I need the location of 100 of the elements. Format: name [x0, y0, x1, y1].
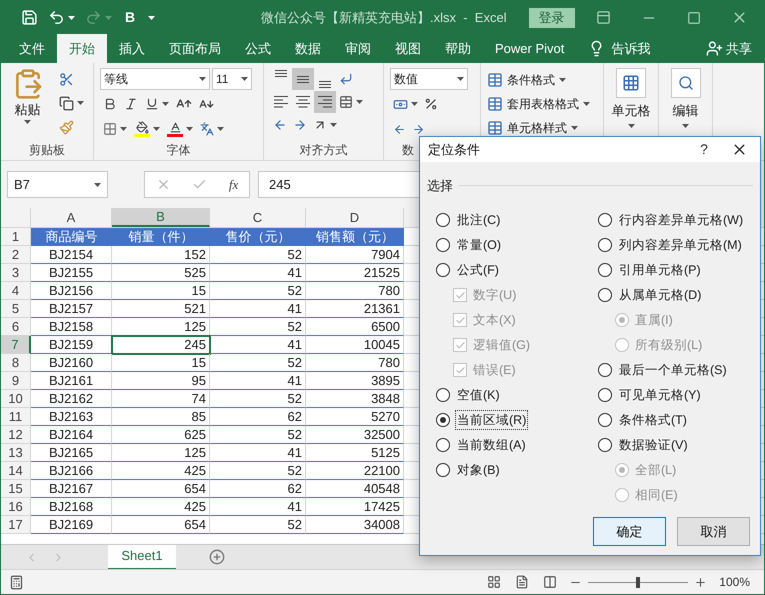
row-header[interactable]: 1 [1, 228, 31, 246]
style-menu-button[interactable]: 套用表格格式 [487, 92, 590, 115]
radio-button[interactable] [436, 263, 450, 277]
radio-button[interactable] [598, 288, 612, 302]
vertical-align-button[interactable] [292, 68, 314, 90]
row-header[interactable]: 5 [1, 300, 31, 318]
font-size-field[interactable]: 11 [212, 68, 252, 90]
radio-button[interactable] [598, 363, 612, 377]
row-header[interactable]: 14 [1, 462, 31, 480]
editing-button[interactable]: 编辑 [665, 68, 706, 140]
sheet-tab[interactable]: Sheet1 [108, 544, 176, 570]
help-button[interactable]: ? [689, 139, 719, 160]
table-cell: 425 [112, 462, 210, 480]
page-layout-icon[interactable] [515, 575, 530, 589]
radio-button[interactable] [436, 463, 450, 477]
ribbon-tab[interactable]: 视图 [383, 34, 433, 63]
row-header[interactable]: 7 [1, 336, 31, 354]
row-header[interactable]: 16 [1, 498, 31, 516]
row-header[interactable]: 17 [1, 516, 31, 534]
login-button[interactable]: 登录 [528, 8, 575, 28]
insert-function-button[interactable]: fx [228, 174, 238, 194]
table-cell: 售价（元） [210, 228, 306, 246]
ribbon-tab[interactable]: 开始 [57, 34, 107, 63]
row-header[interactable]: 6 [1, 318, 31, 336]
row-header[interactable]: 11 [1, 408, 31, 426]
radio-button[interactable] [598, 263, 612, 277]
option-label: 空值(K) [456, 386, 501, 404]
table-cell: 52 [210, 318, 306, 336]
caret-icon [153, 127, 160, 131]
wrap-text-icon [339, 72, 353, 86]
section-label: 选择 [427, 177, 453, 195]
ok-button[interactable]: 确定 [593, 517, 666, 546]
row-header[interactable]: 3 [1, 264, 31, 282]
zoom-in-icon[interactable] [694, 576, 708, 588]
row-header[interactable]: 13 [1, 444, 31, 462]
tell-me-button[interactable]: 告诉我 [611, 38, 650, 58]
ribbon-tab[interactable]: 帮助 [433, 34, 483, 63]
add-sheet-icon[interactable] [209, 549, 225, 565]
row-header[interactable]: 10 [1, 390, 31, 408]
style-menu-button[interactable]: 条件格式 [487, 68, 590, 91]
row-header[interactable]: 8 [1, 354, 31, 372]
radio-button[interactable] [436, 413, 450, 427]
ribbon-tab[interactable]: Power Pivot [483, 34, 576, 63]
ribbon-tab[interactable]: 公式 [233, 34, 283, 63]
paintbrush-icon [59, 120, 74, 134]
dialog-title: 定位条件 [428, 140, 480, 159]
normal-view-icon[interactable] [487, 575, 502, 589]
font-name-field[interactable]: 等线 [100, 68, 210, 90]
caret-icon [583, 102, 590, 106]
column-header[interactable]: C [210, 208, 306, 227]
radio-button[interactable] [598, 413, 612, 427]
table-cell: 34008 [306, 516, 404, 534]
ribbon-tab[interactable]: 审阅 [333, 34, 383, 63]
radio-button[interactable] [598, 238, 612, 252]
group-label: 字体 [166, 142, 190, 159]
radio-button[interactable] [598, 213, 612, 227]
radio-button[interactable] [436, 213, 450, 227]
zoom-slider-thumb[interactable] [636, 576, 640, 588]
cancel-button[interactable]: 取消 [677, 517, 750, 546]
table-cell: 6500 [306, 318, 404, 336]
row-header[interactable]: 15 [1, 480, 31, 498]
option-label: 从属单元格(D) [618, 286, 702, 304]
table-cell: BJ2169 [31, 516, 112, 534]
name-box[interactable]: B7 [7, 171, 108, 198]
table-cell: BJ2160 [31, 354, 112, 372]
radio-button[interactable] [436, 438, 450, 452]
ribbon-tab[interactable]: 插入 [107, 34, 157, 63]
row-header[interactable]: 9 [1, 372, 31, 390]
arrow-right-icon [412, 122, 425, 136]
middle-align-icon [297, 76, 309, 82]
radio-button[interactable] [598, 438, 612, 452]
page-break-icon[interactable] [543, 575, 558, 589]
share-button[interactable]: 共享 [726, 38, 752, 58]
column-header[interactable]: D [306, 208, 404, 227]
ribbon-tab[interactable]: 数据 [283, 34, 333, 63]
ribbon-tab[interactable]: 文件 [7, 34, 57, 63]
caret-icon [559, 78, 566, 82]
row-header[interactable]: 2 [1, 246, 31, 264]
paste-button[interactable]: 粘贴 [7, 68, 48, 140]
table-cell: 62 [210, 408, 306, 426]
ribbon-tab[interactable]: 页面布局 [157, 34, 233, 63]
save-icon[interactable] [21, 9, 38, 26]
table-cell: BJ2155 [31, 264, 112, 282]
number-format-field[interactable]: 数值 [390, 68, 468, 90]
radio-button[interactable] [436, 238, 450, 252]
radio-button[interactable] [598, 388, 612, 402]
horizontal-align-button[interactable] [314, 91, 336, 113]
undo-icon[interactable] [48, 9, 65, 26]
column-header[interactable]: B [112, 208, 210, 227]
maximize-icon[interactable] [687, 10, 701, 24]
ribbon-display-icon[interactable] [596, 10, 611, 25]
style-menu-button[interactable]: 单元格样式 [487, 116, 590, 139]
row-header[interactable]: 4 [1, 282, 31, 300]
bold-quick-button[interactable]: B [122, 7, 138, 28]
radio-button[interactable] [436, 388, 450, 402]
option-label: 当前数组(A) [456, 436, 527, 454]
caret-icon [77, 101, 84, 105]
option-label: 引用单元格(P) [618, 262, 702, 279]
row-header[interactable]: 12 [1, 426, 31, 444]
caret-icon [24, 120, 31, 124]
